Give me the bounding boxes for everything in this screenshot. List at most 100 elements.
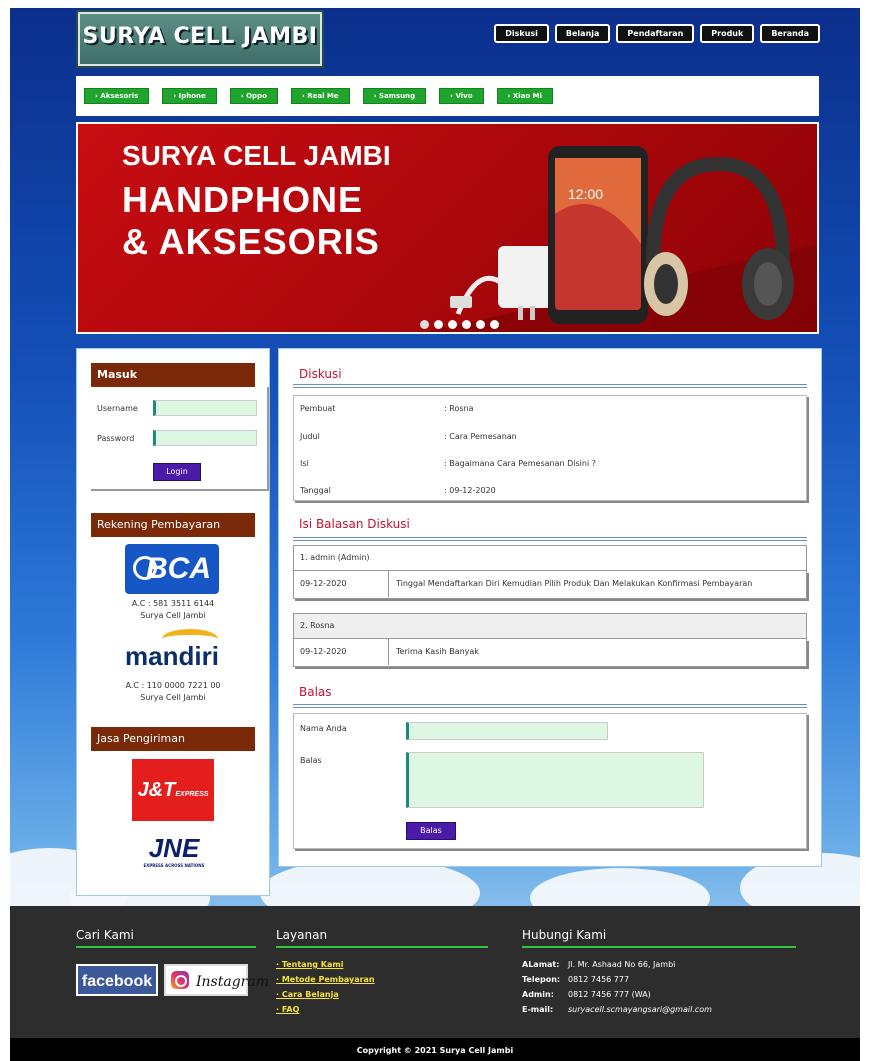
category-realme[interactable]: › Real Me	[290, 88, 350, 104]
nama-label: Nama Anda	[300, 724, 347, 733]
pengiriman-title: Jasa Pengiriman	[91, 727, 255, 751]
reply-message: Terima Kasih Banyak	[396, 647, 479, 656]
divider	[293, 704, 807, 708]
link-metode-pembayaran[interactable]: · Metode Pembayaran	[276, 975, 375, 984]
nav-produk[interactable]: Produk	[700, 24, 755, 43]
nama-input[interactable]	[406, 722, 608, 740]
carousel-dot[interactable]	[476, 320, 485, 329]
category-xiaomi[interactable]: › Xiao Mi	[496, 88, 553, 104]
balas-title: Balas	[299, 685, 332, 699]
category-vivo[interactable]: › Vivo	[439, 88, 484, 104]
nav-pendaftaran[interactable]: Pendaftaran	[616, 24, 695, 43]
isi-label: Isi	[300, 459, 309, 468]
reply-row: 09-12-2020 Terima Kasih Banyak	[293, 639, 807, 667]
mandiri-account: A.C : 110 0000 7221 00	[125, 681, 221, 690]
site-logo[interactable]: SURYA CELL JAMBI	[78, 12, 322, 66]
cari-title: Cari Kami	[76, 928, 134, 942]
bca-emblem-icon	[133, 556, 157, 580]
bca-logo: BCA	[125, 544, 219, 594]
tanggal-value: : 09-12-2020	[444, 486, 496, 495]
login-form: Username Password Login	[91, 387, 269, 491]
category-iphone[interactable]: › Iphone	[162, 88, 217, 104]
category-aksesoris[interactable]: › Aksesoris	[84, 88, 150, 104]
balasan-title: Isi Balasan Diskusi	[299, 517, 410, 531]
alamat-value: Jl. Mr. Ashaad No 66, Jambi	[568, 960, 676, 969]
password-label: Password	[97, 434, 135, 443]
pembuat-label: Pembuat	[300, 404, 336, 413]
top-nav: Diskusi Belanja Pendaftaran Produk Beran…	[494, 24, 820, 43]
carousel-dot[interactable]	[420, 320, 429, 329]
login-title: Masuk	[91, 363, 255, 387]
carousel-dot[interactable]	[434, 320, 443, 329]
link-faq[interactable]: · FAQ	[276, 1005, 299, 1014]
contact-email: E-mail: suryacell.scmayangsari@gmail.com	[522, 1005, 712, 1014]
alamat-label: ALamat:	[522, 960, 560, 969]
nav-beranda[interactable]: Beranda	[760, 24, 820, 43]
judul-value: : Cara Pemesanan	[444, 432, 517, 441]
telepon-value: 0812 7456 777	[568, 975, 630, 984]
instagram-label: Instagram	[196, 974, 269, 990]
nav-diskusi[interactable]: Diskusi	[494, 24, 549, 43]
main-content: Diskusi Pembuat : Rosna Judul : Cara Pem…	[278, 348, 822, 867]
carousel-dot[interactable]	[462, 320, 471, 329]
diskusi-panel: Pembuat : Rosna Judul : Cara Pemesanan I…	[293, 395, 807, 501]
tanggal-label: Tanggal	[300, 486, 331, 495]
admin-label: Admin:	[522, 990, 554, 999]
facebook-link[interactable]: facebook	[76, 964, 158, 996]
pembuat-value: : Rosna	[444, 404, 474, 413]
jnt-logo-text: J&T	[137, 779, 176, 801]
jne-logo: JNE	[148, 833, 200, 863]
mandiri-account-name: Surya Cell Jambi	[140, 693, 206, 702]
bca-account: A.C : 581 3511 6144	[131, 599, 215, 608]
divider	[293, 384, 807, 388]
reply-header: 2. Rosna	[293, 613, 807, 639]
admin-value: 0812 7456 777 (WA)	[568, 990, 651, 999]
divider	[293, 537, 807, 541]
hubungi-title: Hubungi Kami	[522, 928, 607, 942]
rekening-title: Rekening Pembayaran	[91, 513, 255, 537]
hero-banner[interactable]: SURYA CELL JAMBI HANDPHONE & AKSESORIS 1…	[76, 122, 819, 334]
reply-header: 1. admin (Admin)	[293, 545, 807, 571]
isi-value: : Bagaimana Cara Pemesanan Disini ?	[444, 459, 596, 468]
balas-textarea[interactable]	[406, 752, 704, 808]
instagram-icon	[171, 971, 189, 989]
reply-message: Tinggal Mendaftarkan Diri Kemudian Pilih…	[396, 579, 753, 588]
footer-divider	[522, 946, 796, 948]
category-oppo[interactable]: › Oppo	[229, 88, 278, 104]
copyright: Copyright © 2021 Surya Cell Jambi	[10, 1038, 860, 1061]
nav-belanja[interactable]: Belanja	[554, 24, 611, 43]
balas-button[interactable]: Balas	[406, 822, 456, 840]
layanan-title: Layanan	[276, 928, 328, 942]
reply-row: 09-12-2020 Tinggal Mendaftarkan Diri Kem…	[293, 571, 807, 599]
category-bar: › Aksesoris › Iphone › Oppo › Real Me › …	[76, 76, 819, 116]
instagram-link[interactable]: Instagram	[164, 964, 269, 996]
login-button[interactable]: Login	[153, 463, 201, 481]
sidebar: Masuk Username Password Login Rekening P…	[76, 348, 270, 896]
email-value[interactable]: suryacell.scmayangsari@gmail.com	[568, 1005, 712, 1014]
balas-form: Nama Anda Balas Balas	[293, 713, 807, 849]
username-label: Username	[97, 404, 138, 413]
contact-alamat: ALamat: Jl. Mr. Ashaad No 66, Jambi	[522, 960, 675, 969]
diskusi-title: Diskusi	[299, 367, 342, 381]
link-cara-belanja[interactable]: · Cara Belanja	[276, 990, 339, 999]
password-input[interactable]	[153, 430, 257, 446]
bca-account-name: Surya Cell Jambi	[140, 611, 206, 620]
telepon-label: Telepon:	[522, 975, 561, 984]
carousel-dot[interactable]	[490, 320, 499, 329]
jnt-logo-sub: EXPRESS	[175, 791, 209, 798]
category-samsung[interactable]: › Samsung	[362, 88, 427, 104]
link-tentang-kami[interactable]: · Tentang Kami	[276, 960, 343, 969]
username-input[interactable]	[153, 400, 257, 416]
carousel-dot[interactable]	[448, 320, 457, 329]
footer-divider	[276, 946, 488, 948]
reply-date: 09-12-2020	[300, 639, 389, 665]
footer-divider	[76, 946, 256, 948]
contact-telepon: Telepon: 0812 7456 777	[522, 975, 629, 984]
contact-admin: Admin: 0812 7456 777 (WA)	[522, 990, 651, 999]
balas-label: Balas	[300, 756, 322, 765]
jne-tagline: EXPRESS ACROSS NATIONS	[143, 863, 205, 868]
page-background: SURYA CELL JAMBI Diskusi Belanja Pendaft…	[10, 8, 860, 1061]
email-label: E-mail:	[522, 1005, 554, 1014]
judul-label: Judul	[300, 432, 320, 441]
jnt-logo: J&TEXPRESS	[132, 759, 214, 821]
